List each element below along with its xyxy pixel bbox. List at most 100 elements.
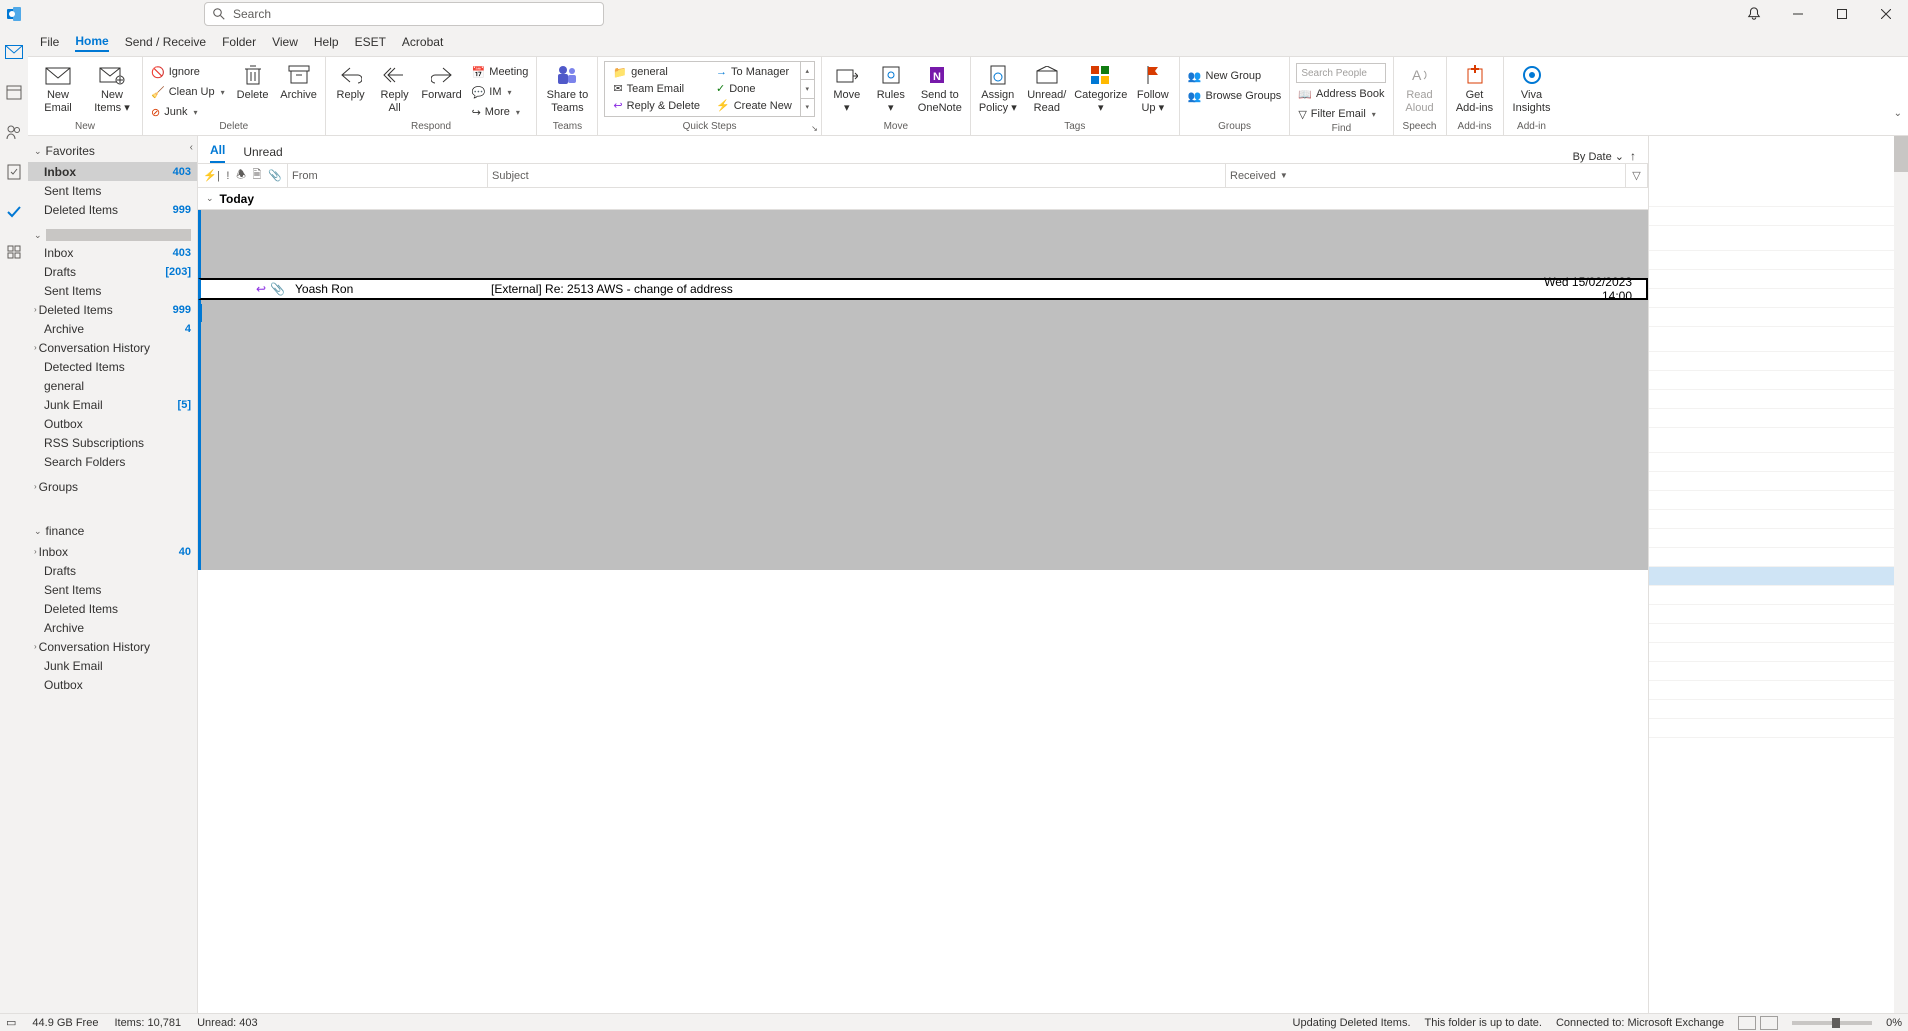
reminder-header-icon[interactable]: 🕭	[236, 166, 246, 185]
move-button[interactable]: Move▾	[828, 61, 866, 114]
tab-home[interactable]: Home	[75, 32, 108, 52]
acc1-inbox[interactable]: Inbox403	[28, 243, 197, 262]
notifications-icon[interactable]	[1732, 0, 1776, 28]
header-flag-filter[interactable]: ▽	[1626, 164, 1648, 187]
new-group-button[interactable]: 👥New Group	[1186, 67, 1284, 85]
fin-conversation-history[interactable]: ›Conversation History	[28, 637, 197, 656]
calendar-rail-icon[interactable]	[4, 82, 24, 102]
acc1-conversation-history[interactable]: ›Conversation History	[28, 338, 197, 357]
delete-button[interactable]: Delete	[233, 61, 273, 102]
acc1-search-folders[interactable]: Search Folders	[28, 452, 197, 471]
tab-folder[interactable]: Folder	[222, 33, 256, 51]
tasks-rail-icon[interactable]	[4, 162, 24, 182]
acc1-deleted-items[interactable]: ›Deleted Items999	[28, 300, 197, 319]
quick-steps-gallery[interactable]: 📁general ✉Team Email ↩Reply & Delete →To…	[604, 61, 814, 117]
acc1-archive[interactable]: Archive4	[28, 319, 197, 338]
header-icon-cols[interactable]: ⚡| ! 🕭 🗎 📎	[198, 164, 288, 187]
finance-header[interactable]: ⌄finance	[28, 520, 197, 542]
acc1-outbox[interactable]: Outbox	[28, 414, 197, 433]
fav-sent-items[interactable]: Sent Items	[28, 181, 197, 200]
sort-by-button[interactable]: By Date ⌄	[1573, 150, 1624, 163]
meeting-button[interactable]: 📅Meeting	[470, 63, 531, 81]
fin-junk-email[interactable]: Junk Email	[28, 656, 197, 675]
acc1-detected-items[interactable]: Detected Items	[28, 357, 197, 376]
tab-all[interactable]: All	[210, 143, 225, 163]
categorize-button[interactable]: Categorize▾	[1075, 61, 1127, 114]
message-row-selected[interactable]: ↩ 📎 Yoash Ron [External] Re: 2513 AWS - …	[198, 278, 1648, 300]
qs-reply-delete[interactable]: ↩Reply & Delete	[613, 99, 700, 112]
attachment-header-icon[interactable]: 📎	[268, 169, 282, 182]
sort-order-button[interactable]: ↑	[1630, 149, 1636, 163]
importance-header-icon[interactable]: ⚡|	[203, 169, 220, 182]
send-to-onenote-button[interactable]: NSend to OneNote	[916, 61, 964, 114]
reply-all-button[interactable]: Reply All	[376, 61, 414, 114]
fin-inbox[interactable]: ›Inbox40	[28, 542, 197, 561]
tab-acrobat[interactable]: Acrobat	[402, 33, 443, 51]
qs-done[interactable]: ✓Done	[716, 82, 792, 95]
tab-file[interactable]: File	[40, 33, 59, 51]
more-rail-icon[interactable]	[4, 242, 24, 262]
people-rail-icon[interactable]	[4, 122, 24, 142]
search-people-input[interactable]: Search People	[1296, 63, 1386, 83]
acc1-general[interactable]: general	[28, 376, 197, 395]
close-button[interactable]	[1864, 0, 1908, 28]
reply-button[interactable]: Reply	[332, 61, 370, 102]
tab-help[interactable]: Help	[314, 33, 339, 51]
message-list-body[interactable]: ⌄Today ↩ 📎 Yoash Ron [External] Re: 2513…	[198, 188, 1648, 1013]
fin-outbox[interactable]: Outbox	[28, 675, 197, 694]
scrollbar-track[interactable]	[1894, 136, 1908, 1013]
get-addins-button[interactable]: Get Add-ins	[1453, 61, 1497, 114]
filter-email-button[interactable]: ▽Filter Email	[1296, 105, 1386, 123]
unread-read-button[interactable]: Unread/ Read	[1025, 61, 1069, 114]
favorites-header[interactable]: ⌄Favorites	[28, 140, 197, 162]
flag-header-icon[interactable]: !	[226, 170, 229, 182]
junk-button[interactable]: ⊘Junk	[149, 103, 227, 121]
address-book-button[interactable]: 📖Address Book	[1296, 85, 1386, 103]
view-buttons[interactable]	[1738, 1016, 1778, 1030]
tab-unread[interactable]: Unread	[243, 145, 282, 163]
share-to-teams-button[interactable]: Share to Teams	[543, 61, 591, 114]
cleanup-button[interactable]: 🧹Clean Up	[149, 83, 227, 101]
mail-rail-icon[interactable]	[4, 42, 24, 62]
archive-button[interactable]: Archive	[279, 61, 319, 102]
browse-groups-button[interactable]: 👥Browse Groups	[1186, 87, 1284, 105]
acc1-sent-items[interactable]: Sent Items	[28, 281, 197, 300]
more-respond-button[interactable]: ↪More	[470, 103, 531, 121]
tab-send-receive[interactable]: Send / Receive	[125, 33, 206, 51]
header-from[interactable]: From	[288, 164, 488, 187]
todo-rail-icon[interactable]	[4, 202, 24, 222]
icon-header-icon[interactable]: 🗎	[253, 166, 262, 185]
rules-button[interactable]: Rules▾	[872, 61, 910, 114]
tab-eset[interactable]: ESET	[355, 33, 386, 51]
groups-folder[interactable]: ›Groups	[28, 477, 197, 496]
acc1-junk-email[interactable]: Junk Email[5]	[28, 395, 197, 414]
maximize-button[interactable]	[1820, 0, 1864, 28]
search-box[interactable]: Search	[204, 2, 604, 26]
fav-inbox[interactable]: Inbox403	[28, 162, 197, 181]
forward-button[interactable]: Forward	[420, 61, 464, 102]
collapse-folder-pane-icon[interactable]: ‹	[190, 142, 193, 153]
fin-sent-items[interactable]: Sent Items	[28, 580, 197, 599]
qs-team-email[interactable]: ✉Team Email	[613, 82, 700, 95]
header-received[interactable]: Received ▼	[1226, 164, 1626, 187]
viva-insights-button[interactable]: Viva Insights	[1510, 61, 1554, 114]
fav-deleted-items[interactable]: Deleted Items999	[28, 200, 197, 219]
qs-to-manager[interactable]: →To Manager	[716, 66, 792, 78]
qs-general[interactable]: 📁general	[613, 66, 700, 79]
fin-deleted-items[interactable]: Deleted Items	[28, 599, 197, 618]
account-header[interactable]: ⌄	[34, 229, 191, 241]
scrollbar-thumb[interactable]	[1894, 136, 1908, 172]
group-today[interactable]: ⌄Today	[198, 188, 1648, 210]
fin-drafts[interactable]: Drafts	[28, 561, 197, 580]
new-email-button[interactable]: New Email	[34, 61, 82, 114]
fin-archive[interactable]: Archive	[28, 618, 197, 637]
quicksteps-launcher-icon[interactable]: ↘	[811, 124, 818, 133]
new-items-button[interactable]: New Items ▾	[88, 61, 136, 114]
zoom-slider[interactable]	[1792, 1021, 1872, 1025]
acc1-rss-subscriptions[interactable]: RSS Subscriptions	[28, 433, 197, 452]
tab-view[interactable]: View	[272, 33, 298, 51]
im-button[interactable]: 💬IM	[470, 83, 531, 101]
minimize-button[interactable]	[1776, 0, 1820, 28]
follow-up-button[interactable]: Follow Up ▾	[1133, 61, 1173, 114]
ignore-button[interactable]: 🚫Ignore	[149, 63, 227, 81]
